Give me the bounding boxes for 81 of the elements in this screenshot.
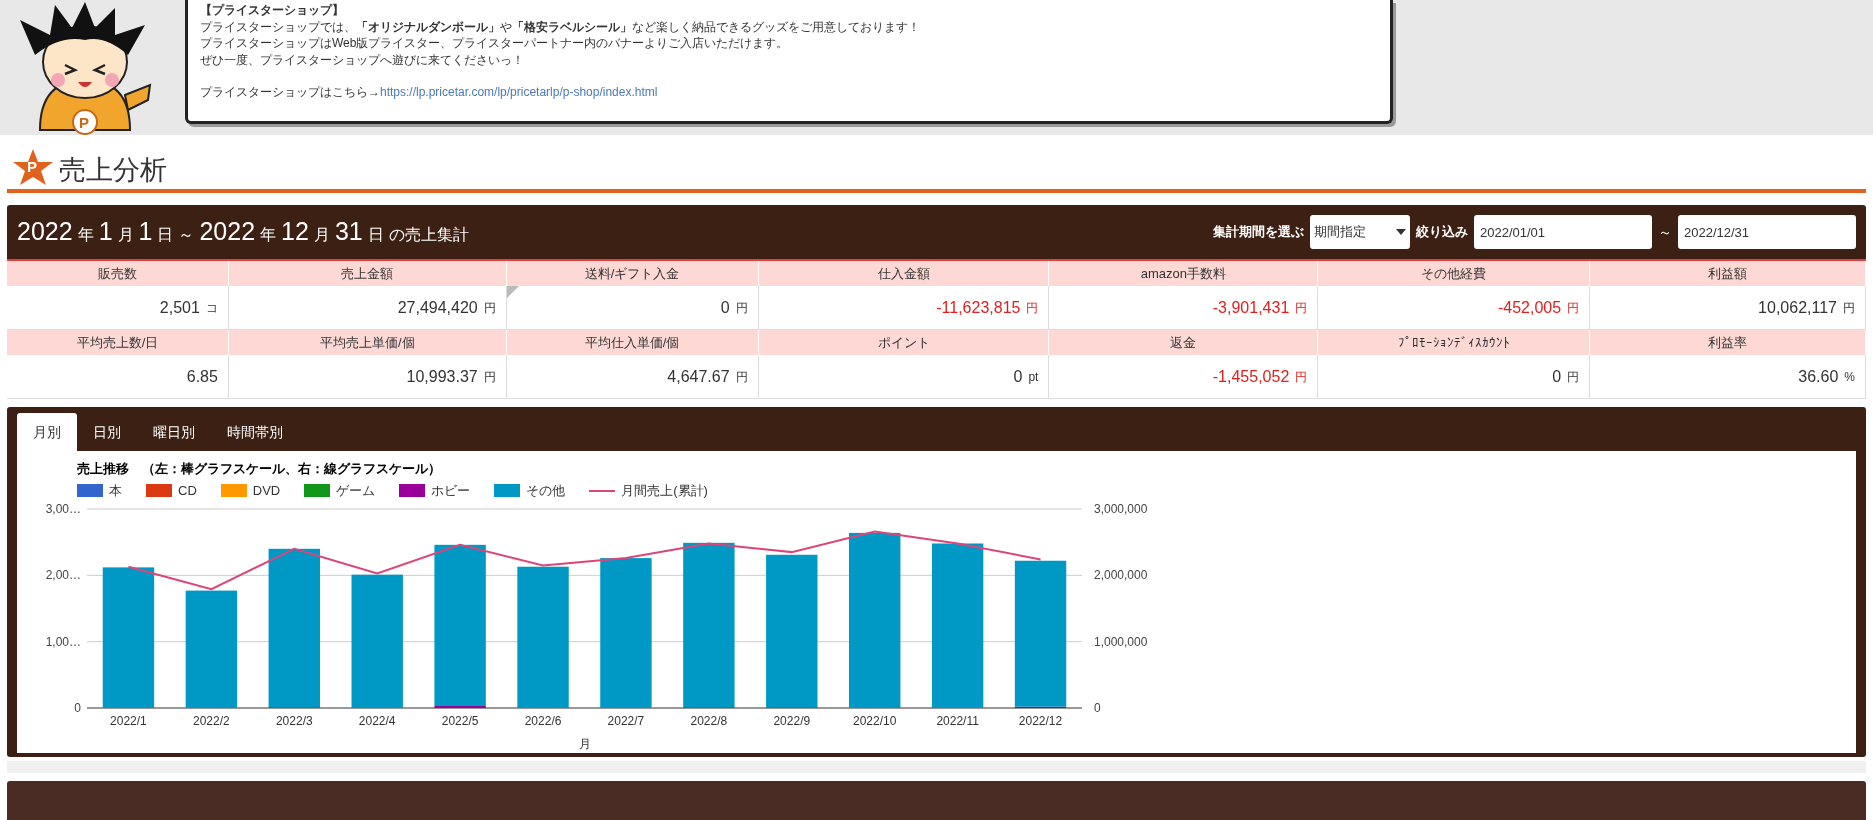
stat-unit: 円 — [735, 368, 748, 386]
axis-label: 2,00… — [45, 567, 81, 582]
period-text: 12 — [281, 216, 309, 248]
period-text: 日 — [157, 225, 174, 246]
axis-label: 2022/12 — [1018, 713, 1063, 728]
axis-label: 2022/2 — [193, 713, 230, 728]
stat-unit: 円 — [1567, 299, 1580, 317]
axis-label: 1,000,000 — [1094, 634, 1148, 649]
bubble-text: プライスターショップはこちら→ — [200, 84, 380, 101]
axis-label: 2022/7 — [607, 713, 645, 728]
period-text: 31 — [334, 216, 363, 248]
stat-value: 6.85 — [186, 366, 218, 387]
stat-value: -1,455,052 — [1212, 366, 1290, 387]
axis-label: 2022/4 — [358, 713, 396, 728]
axis-label: 2022/8 — [690, 713, 728, 728]
period-text: 2022 — [199, 216, 256, 248]
period-text: 1 — [98, 216, 113, 248]
legend-label: DVD — [252, 481, 281, 500]
axis-label: 3,000,000 — [1094, 501, 1148, 516]
stat-unit: 円 — [483, 368, 496, 386]
stat-value: 10,993.37 — [406, 366, 478, 387]
chart-title: 売上推移 （左：棒グラフスケール、右：線グラフスケール） — [76, 460, 442, 478]
period-text: 月 — [117, 225, 134, 246]
stat-unit: 円 — [1295, 368, 1308, 386]
stat-value: 36.60 — [1798, 366, 1839, 387]
legend-label: 月間売上(累計) — [621, 481, 708, 500]
axis-label: 2022/1 — [110, 713, 147, 728]
period-text: の売上集計 — [388, 225, 469, 246]
bubble-heading: 【プライスターショップ】 — [200, 2, 345, 19]
bubble-text: ぜひ一度、プライスターショップへ遊びに来てくださいっ！ — [200, 51, 525, 68]
stat-value: -452,005 — [1497, 297, 1562, 318]
legend-label: ホビー — [431, 481, 471, 500]
stat-unit: pt — [1028, 368, 1039, 386]
range-separator: ～ — [1658, 222, 1672, 242]
axis-label: 3,00… — [45, 501, 81, 516]
axis-label: 2022/5 — [441, 713, 479, 728]
axis-label: 0 — [1094, 700, 1101, 715]
stat-value: 0 — [1552, 366, 1562, 387]
stat-value: 0 — [720, 297, 730, 318]
stat-unit: 円 — [735, 299, 748, 317]
stat-unit: 円 — [1567, 368, 1580, 386]
legend-label: ゲーム — [336, 481, 376, 500]
stat-unit: 円 — [1295, 299, 1308, 317]
filter-label: 絞り込み — [1416, 223, 1468, 242]
period-text: ～ — [178, 225, 195, 246]
mascot-letter: P — [79, 113, 89, 133]
legend-label: その他 — [526, 481, 566, 500]
bubble-text: プライスターショップはWeb版プライスター、プライスターパートナー内のバナーよりご入店いただけます。 — [200, 35, 790, 52]
stat-unit: 円 — [1843, 299, 1855, 317]
axis-label: 0 — [74, 700, 81, 715]
stat-value: -11,623,815 — [936, 297, 1021, 318]
select-label: 集計期間を選ぶ — [1213, 223, 1304, 242]
stat-unit: 円 — [483, 299, 496, 317]
axis-title: 月 — [578, 736, 591, 751]
stat-value: 4,647.67 — [667, 366, 730, 387]
logo-letter: P — [27, 159, 37, 174]
axis-label: 2022/3 — [275, 713, 313, 728]
axis-label: 1,00… — [45, 634, 81, 649]
bubble-text: プライスターショップでは、「オリジナルダンボール」や「格安ラベルシール」など楽しく納品できるグッズをご用意しております！ — [200, 18, 921, 35]
axis-label: 2022/6 — [524, 713, 562, 728]
period-text: 年 — [260, 225, 277, 246]
page-title: 売上分析 — [59, 154, 167, 187]
stat-value: 10,062,117 — [1758, 297, 1837, 318]
period-text: 1 — [138, 216, 153, 248]
period-text: 日 — [367, 225, 384, 246]
legend-label: CD — [178, 481, 197, 500]
period-text: 月 — [313, 225, 330, 246]
period-text: 年 — [77, 225, 94, 246]
stat-value: 27,494,420 — [397, 297, 478, 318]
stat-value: 0 — [1013, 366, 1023, 387]
stat-unit: % — [1844, 368, 1855, 386]
stat-value: -3,901,431 — [1212, 297, 1290, 318]
stat-unit: 円 — [1026, 299, 1039, 317]
stat-value: 2,501 — [159, 297, 200, 318]
axis-label: 2022/11 — [936, 713, 979, 728]
stat-unit: コ — [205, 299, 218, 317]
legend-label: 本 — [109, 481, 122, 500]
axis-label: 2022/9 — [773, 713, 811, 728]
axis-label: 2,000,000 — [1094, 567, 1148, 582]
period-text: 2022 — [17, 216, 73, 248]
axis-label: 2022/10 — [853, 713, 897, 728]
